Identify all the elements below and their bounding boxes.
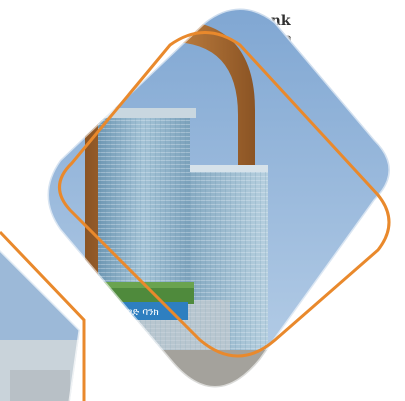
decorative-artwork: ንግድ ባንክ	[0, 7, 392, 401]
